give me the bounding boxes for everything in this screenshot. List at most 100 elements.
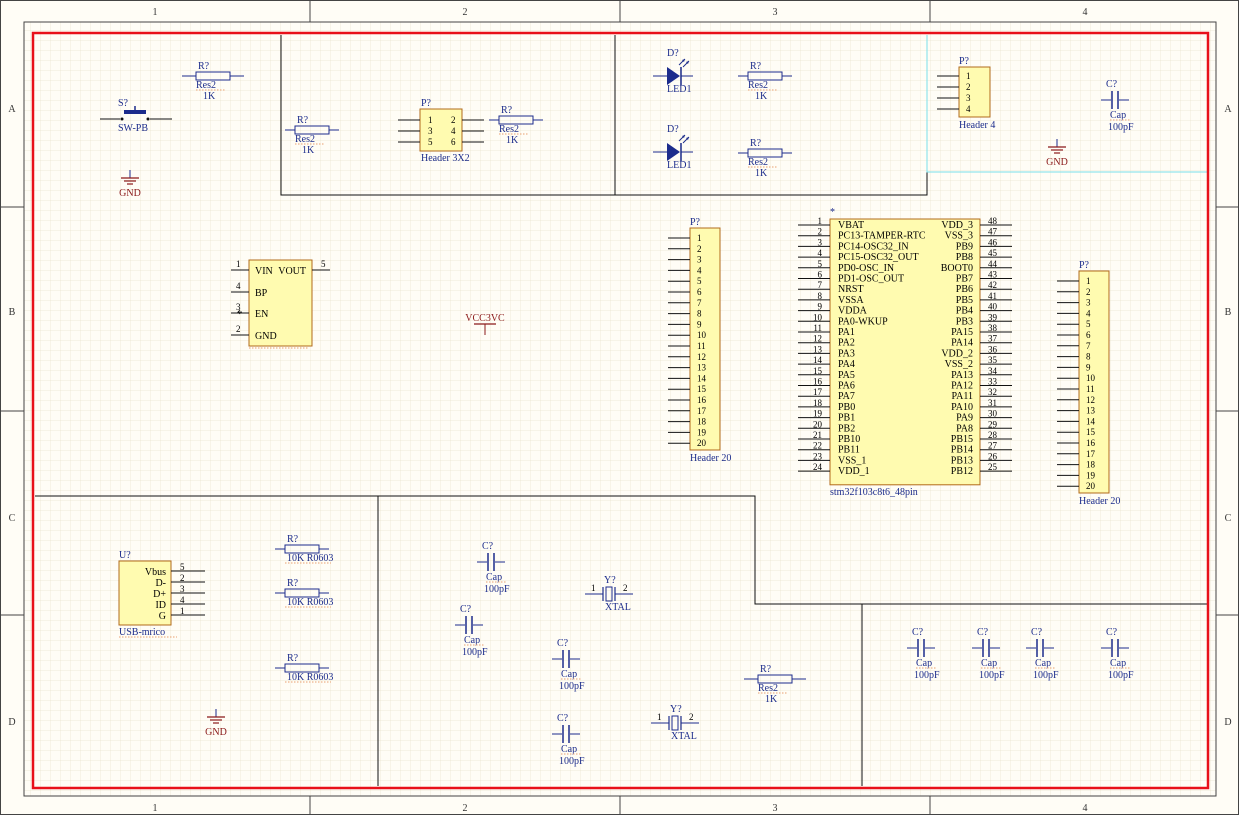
usb-pin-number: 2 [180, 573, 185, 583]
mcu-pin-name: PB7 [956, 274, 973, 285]
mcu-pin-name: PC14-OSC32_IN [838, 241, 909, 252]
mcu-pin-number: 3 [818, 237, 823, 247]
column-label-top: 2 [463, 7, 468, 18]
regulator-pin-number: 5 [321, 259, 326, 269]
mcu-pin-number: 15 [813, 366, 823, 376]
mcu-pin-number: 38 [988, 323, 998, 333]
header-pin-number: 10 [697, 330, 707, 340]
mcu-pin-name: PB8 [956, 252, 973, 263]
header-pin-number: 2 [1086, 287, 1091, 297]
header-pin-number: 16 [1086, 438, 1096, 448]
capacitor-comment: Cap [1110, 658, 1126, 669]
regulator-pin-number: 2 [236, 324, 241, 334]
capacitor-designator: C? [557, 638, 569, 649]
column-label-bottom: 1 [153, 803, 158, 814]
header-pin-number: 14 [697, 373, 707, 383]
usb-pin-number: 5 [180, 562, 185, 572]
row-label-right: D [1224, 717, 1231, 728]
column-label-bottom: 2 [463, 803, 468, 814]
capacitor-comment: Cap [561, 669, 577, 680]
usb-name: USB-mrico [119, 627, 165, 638]
switch-designator: S? [118, 98, 129, 109]
header-pin-number: 3 [1086, 298, 1091, 308]
mcu-pin-number: 14 [813, 355, 823, 365]
mcu-pin-name: PA0-WKUP [838, 316, 888, 327]
capacitor-designator: C? [1106, 79, 1118, 90]
row-label-right: B [1225, 307, 1232, 318]
header-name: Header 20 [1079, 496, 1120, 507]
mcu-pin-name: BOOT0 [941, 263, 973, 274]
switch-value: SW-PB [118, 123, 148, 134]
mcu-pin-name: PA14 [951, 338, 973, 349]
mcu-pin-name: PD1-OSC_OUT [838, 274, 904, 285]
schematic-sheet: 11223344A AB BC CD D S?SW-PBR?Res21KGNDR?Res… [0, 0, 1239, 815]
header-pin-number: 2 [966, 82, 971, 92]
mcu-pin-name: VSSA [838, 295, 864, 306]
header-pin-number: 18 [1086, 460, 1096, 470]
mcu-pin-number: 43 [988, 270, 998, 280]
mcu-pin-name: PB2 [838, 423, 855, 434]
mcu-pin-name: VSS_2 [945, 359, 973, 370]
mcu-pin-name: PA4 [838, 359, 855, 370]
resistor-comment: Res2 [748, 157, 768, 168]
header-pin-number: 11 [1086, 384, 1095, 394]
resistor-designator: R? [287, 578, 299, 589]
mcu-pin-number: 25 [988, 462, 998, 472]
mcu-pin-name: VDDA [838, 306, 868, 317]
mcu-pin-name: PB11 [838, 445, 860, 456]
mcu-pin-number: 47 [988, 227, 998, 237]
mcu-pin-number: 21 [813, 430, 822, 440]
mcu-pin-number: 26 [988, 451, 998, 461]
capacitor-value: 100pF [1033, 670, 1059, 681]
header-pin-number: 5 [697, 276, 702, 286]
header-pin-number: 3 [428, 126, 433, 136]
row-label-right: C [1225, 513, 1232, 524]
capacitor-designator: C? [460, 604, 472, 615]
mcu-pin-name: PA1 [838, 327, 855, 338]
mcu-pin-name: PA5 [838, 370, 855, 381]
capacitor-comment: Cap [464, 635, 480, 646]
header-name: Header 3X2 [421, 153, 470, 164]
header-name: Header 20 [690, 453, 731, 464]
sheet-background [0, 0, 1239, 815]
mcu-pin-name: PB5 [956, 295, 973, 306]
header-pin-number: 9 [697, 319, 702, 329]
mcu-pin-number: 35 [988, 355, 998, 365]
regulator-pin-number: 1 [236, 259, 241, 269]
mcu-pin-number: 34 [988, 366, 998, 376]
header-designator: P? [1079, 260, 1090, 271]
usb-pin-name: D- [155, 578, 166, 589]
mcu-pin-number: 39 [988, 312, 998, 322]
xtal-designator: Y? [670, 704, 682, 715]
mcu-pin-number: 30 [988, 409, 998, 419]
mcu-pin-number: 37 [988, 334, 998, 344]
mcu-pin-name: PB9 [956, 241, 973, 252]
header-pin-number: 6 [1086, 330, 1091, 340]
header-pin-number: 1 [697, 233, 702, 243]
mcu-pin-name: PB6 [956, 284, 973, 295]
resistor-value: 1K [203, 91, 216, 102]
switch-actuator [124, 110, 146, 114]
resistor-comment: Res2 [499, 124, 519, 135]
resistor-designator: R? [750, 138, 762, 149]
capacitor-comment: Cap [486, 572, 502, 583]
mcu-pin-number: 42 [988, 280, 997, 290]
mcu-pin-number: 28 [988, 430, 998, 440]
mcu-pin-name: VDD_3 [941, 220, 973, 231]
mcu-pin-number: 12 [813, 334, 822, 344]
capacitor-value: 100pF [559, 756, 585, 767]
regulator-pin-number: 4 [236, 281, 241, 291]
mcu-name: stm32f103c8t6_48pin [830, 487, 918, 498]
capacitor-comment: Cap [1035, 658, 1051, 669]
capacitor-value: 100pF [979, 670, 1005, 681]
usb-pin-number: 3 [180, 584, 185, 594]
mcu-pin-number: 2 [818, 227, 823, 237]
row-label-left: C [9, 513, 16, 524]
header-pin-number: 1 [1086, 276, 1091, 286]
mcu-pin-number: 18 [813, 398, 823, 408]
header-pin-number: 16 [697, 395, 707, 405]
resistor-designator: R? [750, 61, 762, 72]
mcu-pin-name: PA2 [838, 338, 855, 349]
header-pin-number: 20 [1086, 481, 1096, 491]
mcu-pin-name: PA3 [838, 348, 855, 359]
